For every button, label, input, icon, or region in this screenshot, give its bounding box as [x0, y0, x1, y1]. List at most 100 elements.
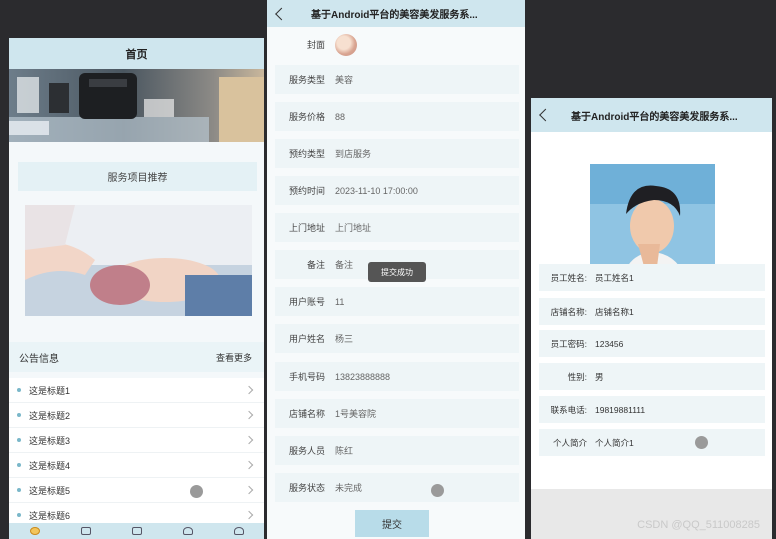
- field-value[interactable]: 11: [335, 297, 344, 307]
- info-row: 员工姓名: 员工姓名1: [539, 264, 765, 291]
- booking-detail-screen: 基于Android平台的美容美发服务系... 封面 服务类型 美容 服务价格 8…: [267, 0, 525, 539]
- field-label: 预约时间: [288, 186, 325, 196]
- notice-item[interactable]: 这是标题5: [9, 478, 264, 503]
- notice-header: 公告信息 查看更多: [9, 342, 264, 372]
- page-title: 首页: [125, 48, 148, 61]
- notice-title: 公告信息: [19, 353, 59, 365]
- form-row: 预约类型 到店服务: [275, 139, 519, 168]
- field-label: 手机号码: [288, 372, 325, 382]
- info-row: 联系电话: 19819881111: [539, 396, 765, 423]
- bottom-tabbar: [9, 523, 264, 539]
- page-title: 基于Android平台的美容美发服务系...: [571, 111, 738, 123]
- home-topbar: 首页: [9, 38, 264, 69]
- field-value[interactable]: 未完成: [335, 481, 362, 494]
- info-value: 店铺名称1: [595, 306, 634, 317]
- field-value[interactable]: 2023-11-10 17:00:00: [335, 186, 418, 196]
- watermark: CSDN @QQ_511008285: [637, 519, 760, 531]
- banner-carousel[interactable]: [9, 69, 264, 142]
- field-label: 店铺名称: [288, 409, 325, 419]
- notice-item[interactable]: 这是标题1: [9, 378, 264, 403]
- back-arrow-icon[interactable]: [275, 7, 288, 20]
- cover-image[interactable]: [335, 33, 357, 56]
- info-value: 个人简介1: [595, 437, 634, 448]
- field-label: 服务状态: [288, 483, 325, 493]
- field-label: 服务人员: [288, 446, 325, 456]
- notice-item[interactable]: 这是标题2: [9, 403, 264, 428]
- bullet-icon: [17, 438, 21, 442]
- form-row: 预约时间 2023-11-10 17:00:00: [275, 176, 519, 205]
- form-row: 服务价格 88: [275, 102, 519, 131]
- field-label: 服务类型: [288, 75, 325, 85]
- notice-item[interactable]: 这是标题3: [9, 428, 264, 453]
- home-icon[interactable]: [29, 527, 40, 535]
- message-icon[interactable]: [182, 527, 193, 535]
- form-row: 服务人员 陈红: [275, 436, 519, 465]
- notice-item-title: 这是标题2: [29, 410, 71, 421]
- field-value[interactable]: 备注: [335, 258, 353, 271]
- info-value: 员工姓名1: [595, 272, 634, 283]
- touch-indicator-icon: [431, 484, 444, 497]
- field-label: 预约类型: [288, 149, 325, 159]
- info-row: 员工密码: 123456: [539, 330, 765, 357]
- form-row: 手机号码 13823888888: [275, 362, 519, 391]
- notice-item-title: 这是标题4: [29, 460, 71, 471]
- info-label: 个人简介: [552, 437, 587, 448]
- field-value[interactable]: 美容: [335, 73, 353, 86]
- info-row: 性别: 男: [539, 363, 765, 390]
- cover-label: 封面: [306, 40, 325, 50]
- chevron-right-icon: [244, 485, 254, 495]
- staff-detail-body: 员工姓名: 员工姓名1 店铺名称: 店铺名称1 员工密码: 123456 性别:…: [531, 132, 772, 489]
- info-value: 19819881111: [595, 404, 646, 415]
- staff-detail-screen: 基于Android平台的美容美发服务系... 员工姓名: 员工姓名1 店铺名称:…: [531, 98, 772, 539]
- home-screen: 首页 服务项目推荐 公告信息 查看更多 这是标题1 这是标题2 这是标题3 这是…: [9, 38, 264, 539]
- notice-item-title: 这是标题1: [29, 385, 71, 396]
- service-photo[interactable]: [25, 205, 252, 316]
- chevron-right-icon: [244, 435, 254, 445]
- field-label: 用户姓名: [288, 334, 325, 344]
- field-value[interactable]: 1号美容院: [335, 407, 376, 420]
- notice-item[interactable]: 这是标题4: [9, 453, 264, 478]
- info-label: 店铺名称:: [550, 306, 587, 317]
- page-title: 基于Android平台的美容美发服务系...: [311, 10, 478, 21]
- info-label: 员工姓名:: [550, 272, 587, 283]
- form-row: 用户账号 11: [275, 287, 519, 316]
- back-arrow-icon[interactable]: [539, 108, 552, 122]
- field-label: 服务价格: [288, 112, 325, 122]
- user-icon[interactable]: [233, 527, 244, 535]
- chevron-right-icon: [244, 460, 254, 470]
- chevron-right-icon: [244, 410, 254, 420]
- staff-topbar: 基于Android平台的美容美发服务系...: [531, 98, 772, 132]
- cover-row: 封面: [275, 30, 519, 59]
- success-toast: 提交成功: [368, 262, 426, 282]
- field-value[interactable]: 陈红: [335, 444, 353, 457]
- field-value[interactable]: 13823888888: [335, 372, 390, 382]
- service-recommend-header[interactable]: 服务项目推荐: [18, 162, 257, 191]
- bullet-icon: [17, 413, 21, 417]
- booking-topbar: 基于Android平台的美容美发服务系...: [267, 0, 525, 27]
- bullet-icon: [17, 513, 21, 517]
- notice-item-title: 这是标题5: [29, 485, 71, 496]
- form-row: 服务类型 美容: [275, 65, 519, 94]
- info-label: 性别:: [567, 371, 587, 382]
- calendar-icon[interactable]: [131, 527, 142, 535]
- info-value: 男: [595, 371, 604, 382]
- touch-indicator-icon: [695, 436, 708, 449]
- notice-item-title: 这是标题6: [29, 510, 71, 521]
- bullet-icon: [17, 388, 21, 392]
- field-value[interactable]: 杨三: [335, 332, 353, 345]
- field-value[interactable]: 88: [335, 112, 345, 122]
- bullet-icon: [17, 463, 21, 467]
- field-value[interactable]: 到店服务: [335, 147, 371, 160]
- notice-item-title: 这是标题3: [29, 435, 71, 446]
- notice-more-link[interactable]: 查看更多: [216, 351, 252, 364]
- submit-button[interactable]: 提交: [355, 510, 429, 537]
- touch-indicator-icon: [190, 485, 203, 498]
- field-value[interactable]: 上门地址: [335, 221, 371, 234]
- form-row: 店铺名称 1号美容院: [275, 399, 519, 428]
- info-value: 123456: [595, 338, 624, 349]
- form-row: 服务状态 未完成: [275, 473, 519, 502]
- field-label: 备注: [306, 260, 325, 270]
- bullet-icon: [17, 488, 21, 492]
- grid-icon[interactable]: [80, 527, 91, 535]
- info-row: 店铺名称: 店铺名称1: [539, 298, 765, 325]
